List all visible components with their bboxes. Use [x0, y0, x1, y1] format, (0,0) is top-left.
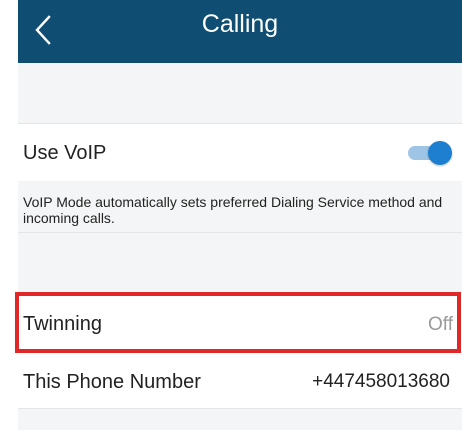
section-spacer-top	[18, 63, 462, 123]
twinning-label: Twinning	[23, 313, 102, 335]
section-spacer-middle	[18, 233, 462, 293]
section-spacer-bottom	[18, 409, 462, 430]
left-margin	[0, 0, 18, 430]
twinning-setting-row[interactable]: Twinning Off	[15, 292, 461, 353]
this-phone-number-row: This Phone Number +447458013680	[18, 353, 462, 409]
app-header: Calling	[18, 0, 462, 63]
this-phone-number-label: This Phone Number	[23, 371, 201, 393]
this-phone-number-value: +447458013680	[312, 371, 450, 392]
use-voip-label: Use VoIP	[23, 142, 107, 164]
use-voip-toggle[interactable]	[408, 141, 452, 165]
use-voip-setting-row[interactable]: Use VoIP	[18, 123, 462, 181]
voip-description-text: VoIP Mode automatically sets preferred D…	[23, 194, 443, 226]
voip-description-section: VoIP Mode automatically sets preferred D…	[18, 181, 462, 233]
page-title: Calling	[201, 10, 279, 38]
toggle-thumb	[428, 141, 452, 165]
twinning-status-value: Off	[428, 314, 453, 335]
calling-settings-screen: Calling Use VoIP VoIP Mode automatically…	[0, 0, 462, 430]
calling-settings-content: Calling Use VoIP VoIP Mode automatically…	[15, 0, 462, 430]
